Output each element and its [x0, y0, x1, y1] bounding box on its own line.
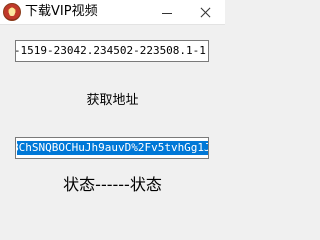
video-url-value: eta-1519-23042.234502-223508.1-1: [15, 44, 206, 57]
close-button[interactable]: [188, 0, 222, 24]
app-logo-icon: [3, 3, 21, 21]
status-label: 状态------状态: [63, 175, 162, 194]
video-url-input[interactable]: eta-1519-23042.234502-223508.1-1: [15, 40, 209, 62]
title-bar[interactable]: 下载VIP视频: [0, 0, 225, 25]
result-address-value: BChSNQBOCHuJh9auvD%2Fv5tvhGg1Jh: [15, 141, 209, 154]
result-address-input[interactable]: BChSNQBOCHuJh9auvD%2Fv5tvhGg1Jh: [15, 137, 209, 159]
minimize-icon: [162, 12, 172, 14]
close-icon: [200, 7, 211, 18]
minimize-button[interactable]: [150, 0, 184, 24]
window-title: 下载VIP视频: [25, 4, 98, 19]
fetch-address-button[interactable]: 获取地址: [86, 92, 138, 110]
